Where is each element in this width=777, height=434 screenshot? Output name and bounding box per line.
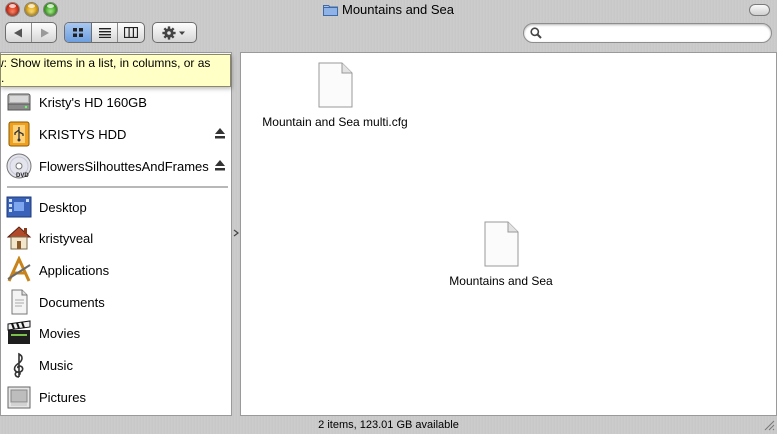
file-item[interactable]: Mountains and Sea [436, 221, 566, 288]
action-menu-inner[interactable] [153, 23, 196, 42]
sidebar-item-pictures[interactable]: Pictures [5, 382, 231, 412]
splitter-handle-icon [233, 229, 239, 237]
pictures-icon [7, 386, 31, 409]
sidebar-item-flowers-dvd[interactable]: DVD FlowersSilhouttesAndFrames [5, 151, 231, 181]
sidebar-divider [7, 186, 228, 188]
gear-icon [161, 25, 185, 40]
forward-button[interactable] [32, 23, 56, 42]
sidebar-item-label: Movies [39, 325, 81, 341]
sidebar-item-music[interactable]: Music [5, 350, 231, 380]
view-mode-control[interactable] [64, 22, 145, 43]
sidebar-item-desktop[interactable]: Desktop [5, 192, 231, 222]
icon-view-icon [73, 28, 83, 37]
eject-icon[interactable] [215, 128, 225, 139]
sidebar-splitter[interactable] [232, 52, 240, 416]
usb-drive-icon [8, 121, 30, 147]
home-icon [6, 226, 32, 250]
hard-drive-icon [7, 93, 31, 111]
dvd-icon: DVD [6, 153, 32, 179]
document-icon [484, 221, 519, 267]
desktop-icon [6, 196, 32, 218]
list-view-button[interactable] [92, 23, 118, 42]
back-arrow-icon [13, 28, 22, 37]
file-name: Mountains and Sea [449, 274, 553, 288]
toolbar-toggle-button[interactable] [749, 4, 770, 16]
icon-view-button[interactable] [65, 23, 92, 42]
file-browser-content[interactable]: Mountain and Sea multi.cfg Mountains and… [240, 52, 777, 416]
list-view-icon [98, 28, 111, 38]
tooltip-line-2: s. [1, 71, 5, 85]
view-tooltip: w: Show items in a list, in columns, or … [0, 54, 231, 87]
sidebar-item-label: Applications [39, 262, 110, 278]
sidebar-item-label: KRISTYS HDD [39, 126, 127, 142]
sidebar-item-movies[interactable]: Movies [5, 318, 231, 348]
action-menu-button[interactable] [152, 22, 197, 43]
sidebar-item-label: Kristy's HD 160GB [39, 94, 147, 110]
movies-icon [7, 320, 31, 344]
sidebar-item-documents[interactable]: Documents [5, 287, 231, 317]
sidebar-item-kristys-hdd[interactable]: KRISTYS HDD [5, 119, 231, 149]
document-icon [318, 62, 353, 108]
sidebar-item-label: kristyveal [39, 230, 94, 246]
back-forward-control[interactable] [5, 22, 57, 43]
sidebar-item-kristys-hd[interactable]: Kristy's HD 160GB [5, 87, 231, 117]
column-view-button[interactable] [118, 23, 144, 42]
sidebar-item-label: Desktop [39, 199, 87, 215]
tooltip-line-1: w: Show items in a list, in columns, or … [0, 56, 211, 70]
resize-grip-icon[interactable] [763, 419, 775, 431]
window-title: Mountains and Sea [341, 2, 455, 17]
file-item[interactable]: Mountain and Sea multi.cfg [250, 62, 420, 129]
file-name: Mountain and Sea multi.cfg [262, 115, 408, 129]
status-bar: 2 items, 123.01 GB available [0, 416, 777, 433]
eject-icon[interactable] [215, 160, 225, 171]
sidebar-item-label: FlowersSilhouttesAndFrames [39, 158, 209, 174]
window-title-area: Mountains and Sea [0, 1, 777, 19]
sidebar-item-home[interactable]: kristyveal [5, 223, 231, 253]
search-input[interactable] [546, 25, 765, 43]
sidebar-item-label: Pictures [39, 389, 86, 405]
status-text: 2 items, 123.01 GB available [318, 419, 459, 431]
search-icon [530, 27, 542, 39]
sidebar[interactable]: Kristy's HD 160GB KRISTYS HDD DVD Flower… [0, 52, 232, 416]
folder-icon [322, 5, 338, 16]
documents-icon [11, 289, 28, 315]
applications-icon [7, 256, 31, 282]
forward-arrow-icon [41, 28, 49, 37]
svg-text:DVD: DVD [16, 173, 29, 179]
back-button[interactable] [6, 23, 32, 42]
sidebar-item-label: Documents [39, 294, 105, 310]
column-view-icon [124, 27, 138, 38]
sidebar-item-label: Music [39, 357, 73, 373]
title-bar[interactable]: Mountains and Sea [0, 0, 777, 20]
sidebar-item-applications[interactable]: Applications [5, 255, 231, 285]
music-icon [13, 352, 24, 378]
search-field[interactable] [523, 23, 772, 43]
